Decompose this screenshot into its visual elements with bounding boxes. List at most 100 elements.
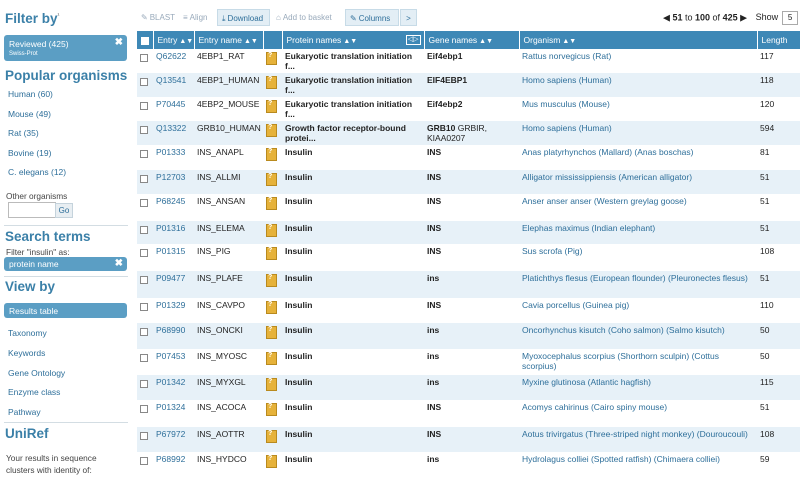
row-checkbox[interactable] — [137, 194, 153, 221]
organism-link[interactable]: Myoxocephalus scorpius (Shorthorn sculpi… — [519, 349, 757, 375]
entry-link[interactable]: Q13541 — [153, 73, 194, 97]
row-checkbox[interactable] — [137, 375, 153, 400]
popular-organism-link[interactable]: Rat (35) — [8, 128, 39, 138]
table-row[interactable]: P09477INS_PLAFE InsulininsPlatichthys fle… — [137, 271, 800, 298]
add-to-basket-button[interactable]: ⌂ Add to basket — [272, 9, 338, 26]
col-entry-name[interactable]: Entry name ▲▼ — [194, 31, 264, 49]
table-row[interactable]: P01315INS_PIG Insulin INS Sus scrofa (Pig)1… — [137, 244, 800, 271]
table-row[interactable]: P01342INS_MYXGL InsulininsMyxine glutinos… — [137, 375, 800, 400]
row-checkbox[interactable] — [137, 400, 153, 427]
table-row[interactable]: P704454EBP2_MOUSE Eukaryotic translation … — [137, 97, 800, 121]
entry-link[interactable]: Q13322 — [153, 121, 194, 145]
organism-link[interactable]: Homo sapiens (Human) — [519, 73, 757, 97]
entry-link[interactable]: P68992 — [153, 452, 194, 477]
organism-link[interactable]: Anas platyrhynchos (Mallard) (Anas bosch… — [519, 145, 757, 170]
table-row[interactable]: Q13322GRB10_HUMAN Growth factor receptor-… — [137, 121, 800, 145]
col-organism[interactable]: Organism ▲▼ — [519, 31, 758, 49]
table-row[interactable]: P01329INS_CAVPO Insulin INS Cavia porcellus… — [137, 298, 800, 323]
col-protein-names[interactable]: Protein names ▲▼ ◁▷ — [282, 31, 425, 49]
organism-link[interactable]: Platichthys flesus (European flounder) (… — [519, 271, 757, 298]
row-checkbox[interactable] — [137, 244, 153, 271]
row-checkbox[interactable] — [137, 349, 153, 375]
popular-organism-link[interactable]: Human (60) — [8, 89, 53, 99]
row-checkbox[interactable] — [137, 145, 153, 170]
view-by-link[interactable]: Pathway — [8, 407, 41, 417]
view-by-link[interactable]: Enzyme class — [8, 387, 60, 397]
view-by-link[interactable]: Taxonomy — [8, 328, 47, 338]
row-checkbox[interactable] — [137, 298, 153, 323]
entry-link[interactable]: P70445 — [153, 97, 194, 121]
entry-link[interactable]: P01315 — [153, 244, 194, 271]
entry-link[interactable]: P12703 — [153, 170, 194, 194]
sort-icon[interactable]: ▲▼ — [562, 38, 576, 45]
table-row[interactable]: P67972INS_AOTTR InsulinINSAotus trivirgat… — [137, 427, 800, 452]
entry-link[interactable]: P07453 — [153, 349, 194, 375]
sort-icon[interactable]: ▲▼ — [244, 38, 258, 45]
row-checkbox[interactable] — [137, 323, 153, 349]
table-row[interactable]: P68992INS_HYDCO Insulin ins Hydrolagus coll… — [137, 452, 800, 477]
page-size-select[interactable]: 5 — [782, 11, 799, 25]
organism-link[interactable]: Myxine glutinosa (Atlantic hagfish) — [519, 375, 757, 400]
sort-icon[interactable]: ▲▼ — [479, 38, 493, 45]
organism-link[interactable]: Cavia porcellus (Guinea pig) — [519, 298, 757, 323]
row-checkbox[interactable] — [137, 73, 153, 97]
go-button[interactable]: Go — [55, 203, 73, 218]
prev-page-icon[interactable]: ◀ — [663, 12, 670, 22]
view-by-link[interactable]: Gene Ontology — [8, 368, 65, 378]
organism-link[interactable]: Acomys cahirinus (Cairo spiny mouse) — [519, 400, 757, 427]
table-row[interactable]: P12703INS_ALLMI InsulinINSAlligator missi… — [137, 170, 800, 194]
view-by-link[interactable]: Keywords — [8, 348, 45, 358]
entry-link[interactable]: P01316 — [153, 221, 194, 244]
table-row[interactable]: P01324INS_ACOCA Insulin INS Acomys cahirinu… — [137, 400, 800, 427]
organism-link[interactable]: Anser anser anser (Western greylag goose… — [519, 194, 757, 221]
row-checkbox[interactable] — [137, 170, 153, 194]
row-checkbox[interactable] — [137, 427, 153, 452]
organism-link[interactable]: Rattus norvegicus (Rat) — [519, 49, 757, 73]
row-checkbox[interactable] — [137, 452, 153, 477]
entry-link[interactable]: Q62622 — [153, 49, 194, 73]
download-button[interactable]: ⤓ Download — [217, 9, 270, 26]
organism-link[interactable]: Elephas maximus (Indian elephant) — [519, 221, 757, 244]
row-checkbox[interactable] — [137, 49, 153, 73]
col-entry[interactable]: Entry ▲▼ — [153, 31, 195, 49]
select-all-checkbox[interactable] — [137, 31, 154, 49]
entry-link[interactable]: P01333 — [153, 145, 194, 170]
entry-link[interactable]: P68990 — [153, 323, 194, 349]
table-row[interactable]: P01316INS_ELEMA InsulinINSElephas maximus… — [137, 221, 800, 244]
search-term-pill[interactable]: protein name ✖ — [4, 257, 127, 271]
table-row[interactable]: P07453INS_MYOSC Insulin ins Myoxocephalus s… — [137, 349, 800, 375]
popular-organism-link[interactable]: Mouse (49) — [8, 109, 51, 119]
popular-organism-link[interactable]: Bovine (19) — [8, 148, 51, 158]
entry-link[interactable]: P01329 — [153, 298, 194, 323]
table-row[interactable]: P68990INS_ONCKI InsulininsOncorhynchus ki… — [137, 323, 800, 349]
table-row[interactable]: Q626224EBP1_RAT Eukaryotic translation in… — [137, 49, 800, 73]
blast-button[interactable]: ✎ BLAST — [137, 9, 177, 26]
entry-link[interactable]: P67972 — [153, 427, 194, 452]
row-checkbox[interactable] — [137, 221, 153, 244]
organism-link[interactable]: Homo sapiens (Human) — [519, 121, 757, 145]
organism-link[interactable]: Alligator mississippiensis (American all… — [519, 170, 757, 194]
col-length[interactable]: Length — [757, 31, 800, 49]
next-page-icon[interactable]: ▶ — [740, 12, 747, 22]
entry-link[interactable]: P01342 — [153, 375, 194, 400]
sort-icon[interactable]: ▲▼ — [179, 38, 193, 45]
organism-link[interactable]: Aotus trivirgatus (Three-striped night m… — [519, 427, 757, 452]
entry-link[interactable]: P09477 — [153, 271, 194, 298]
remove-search-icon[interactable]: ✖ — [115, 258, 123, 269]
organism-input[interactable] — [8, 202, 56, 218]
sort-icon[interactable]: ▲▼ — [343, 38, 357, 45]
remove-filter-icon[interactable]: ✖ — [115, 37, 123, 48]
organism-link[interactable]: Hydrolagus colliei (Spotted ratfish) (Ch… — [519, 452, 757, 477]
table-row[interactable]: P01333INS_ANAPL Insulin INS Anas platyrhync… — [137, 145, 800, 170]
organism-link[interactable]: Mus musculus (Mouse) — [519, 97, 757, 121]
view-results-table[interactable]: Results table — [4, 303, 127, 318]
row-checkbox[interactable] — [137, 121, 153, 145]
col-gene-names[interactable]: Gene names ▲▼ — [424, 31, 520, 49]
row-checkbox[interactable] — [137, 97, 153, 121]
popular-organism-link[interactable]: C. elegans (12) — [8, 167, 66, 177]
entry-link[interactable]: P01324 — [153, 400, 194, 427]
row-checkbox[interactable] — [137, 271, 153, 298]
organism-link[interactable]: Oncorhynchus kisutch (Coho salmon) (Salm… — [519, 323, 757, 349]
organism-link[interactable]: Sus scrofa (Pig) — [519, 244, 757, 271]
table-row[interactable]: P68245INS_ANSAN Insulin INS Anser anser ans… — [137, 194, 800, 221]
